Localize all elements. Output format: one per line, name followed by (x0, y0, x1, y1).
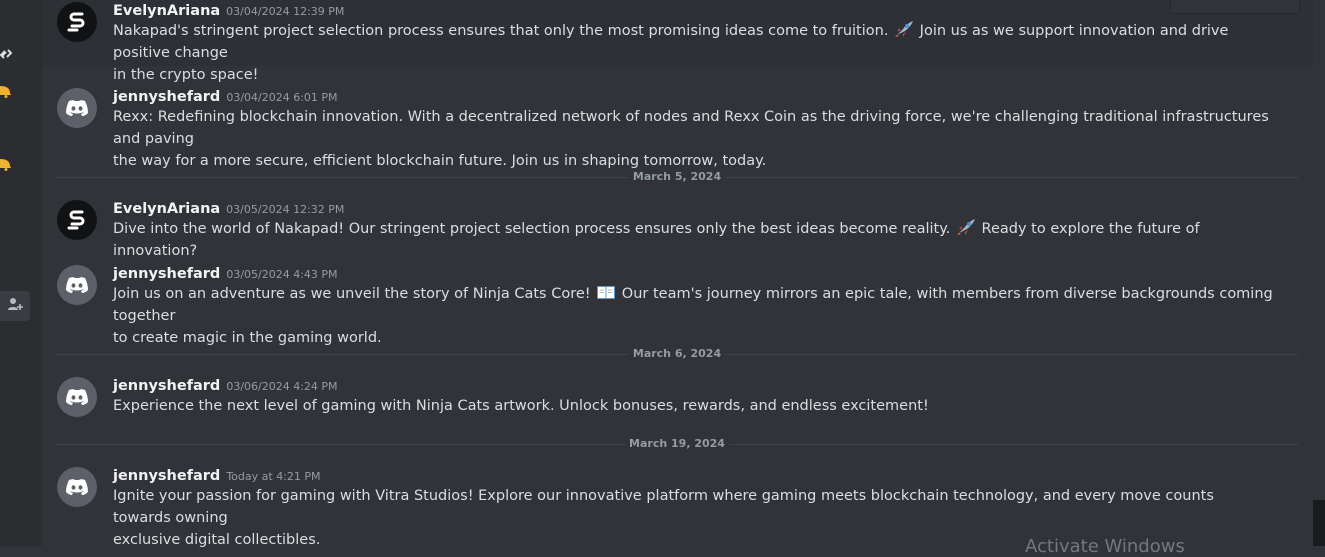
discord-logo-icon (66, 479, 88, 495)
bell-icon[interactable] (0, 155, 14, 171)
date-divider-label: March 5, 2024 (628, 170, 726, 184)
date-divider: March 19, 2024 (56, 437, 1298, 451)
channel-sidebar-edge (0, 0, 42, 546)
message-author[interactable]: jennyshefard (113, 468, 220, 484)
message-timestamp[interactable]: Today at 4:21 PM (226, 470, 320, 483)
link-icon[interactable] (0, 46, 14, 62)
message-content: Join us on an adventure as we unveil the… (113, 283, 1273, 349)
message-author[interactable]: EvelynAriana (113, 3, 220, 19)
message-text: Experience the next level of gaming with… (113, 398, 929, 414)
message-timestamp[interactable]: 03/05/2024 4:43 PM (226, 268, 337, 281)
message-timestamp[interactable]: 03/04/2024 6:01 PM (226, 91, 337, 104)
discord-logo-icon (66, 277, 88, 293)
message-text: Nakapad's stringent project selection pr… (113, 23, 894, 39)
date-divider-label: March 19, 2024 (625, 437, 729, 451)
message-list[interactable]: EvelynAriana 03/04/2024 12:39 PM Nakapad'… (42, 0, 1313, 548)
message-author[interactable]: EvelynAriana (113, 201, 220, 217)
message-text: the way for a more secure, efficient blo… (113, 153, 767, 169)
add-member-button[interactable] (0, 291, 30, 321)
date-divider: March 6, 2024 (56, 347, 1298, 361)
avatar[interactable] (57, 265, 97, 305)
rocket-emoji (894, 20, 914, 38)
message-text: to create magic in the gaming world. (113, 330, 382, 346)
message-author[interactable]: jennyshefard (113, 378, 220, 394)
message-text: Dive into the world of Nakapad! Our stri… (113, 221, 955, 237)
message-text: Join us on an adventure as we unveil the… (113, 286, 596, 302)
discord-logo-icon (66, 389, 88, 405)
discord-logo-icon (66, 100, 88, 116)
add-member-icon (7, 296, 23, 316)
scrollbar-thumb[interactable] (1313, 500, 1325, 546)
message-author[interactable]: jennyshefard (113, 266, 220, 282)
message-text: Rexx: Redefining blockchain innovation. … (113, 109, 1269, 147)
bell-icon[interactable] (0, 82, 14, 98)
activation-watermark: Activate Windows (1025, 536, 1185, 557)
message-text: Ignite your passion for gaming with Vitr… (113, 488, 1214, 526)
message-content: Experience the next level of gaming with… (113, 395, 1273, 417)
avatar[interactable] (57, 200, 97, 240)
message-content: Rexx: Redefining blockchain innovation. … (113, 106, 1273, 172)
avatar[interactable] (57, 467, 97, 507)
rocket-emoji (956, 218, 976, 236)
avatar[interactable] (57, 377, 97, 417)
message-author[interactable]: jennyshefard (113, 89, 220, 105)
open-book-emoji (596, 283, 616, 301)
message-content: Dive into the world of Nakapad! Our stri… (113, 218, 1273, 262)
message-timestamp[interactable]: 03/05/2024 12:32 PM (226, 203, 344, 216)
message-hover-toolbar[interactable] (1170, 0, 1300, 14)
message-timestamp[interactable]: 03/04/2024 12:39 PM (226, 5, 344, 18)
avatar[interactable] (57, 88, 97, 128)
avatar[interactable] (57, 2, 97, 42)
scrollbar-track[interactable] (1313, 0, 1325, 546)
nakapad-logo-icon (67, 210, 85, 230)
message-timestamp[interactable]: 03/06/2024 4:24 PM (226, 380, 337, 393)
message-content: Nakapad's stringent project selection pr… (113, 20, 1273, 86)
nakapad-logo-icon (67, 12, 85, 32)
date-divider: March 5, 2024 (56, 170, 1298, 184)
date-divider-label: March 6, 2024 (628, 347, 726, 361)
message-text: in the crypto space! (113, 67, 259, 83)
